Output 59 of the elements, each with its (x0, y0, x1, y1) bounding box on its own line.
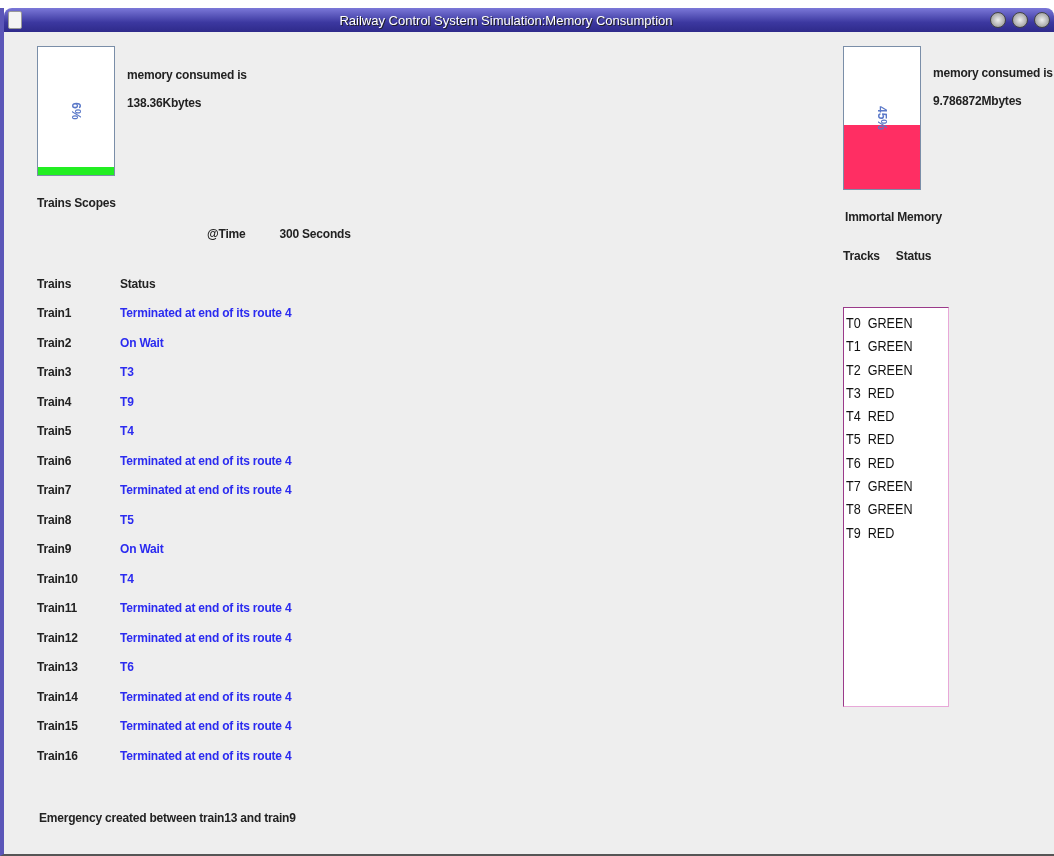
train-status: Terminated at end of its route 4 (120, 601, 292, 616)
track-item[interactable]: T1 GREEN (846, 335, 936, 359)
train-status: T4 (120, 424, 134, 439)
train-status: On Wait (120, 335, 164, 350)
train-name: Train12 (37, 630, 79, 645)
train-status: T6 (120, 660, 134, 675)
column-header: Trains (37, 276, 73, 291)
window-title: Railway Control System Simulation:Memory Consumption (338, 12, 674, 28)
train-name: Train8 (37, 512, 73, 527)
train-name: Train3 (37, 365, 73, 380)
track-item[interactable]: T8 GREEN (846, 498, 936, 522)
train-name: Train7 (37, 483, 73, 498)
meter-percent: 45% (875, 106, 889, 130)
train-status: Terminated at end of its route 4 (120, 748, 292, 763)
train-name: Train15 (37, 719, 79, 734)
train-status: T3 (120, 365, 134, 380)
track-item[interactable]: T6 RED (846, 451, 936, 476)
emergency-message: Emergency created between train13 and train9 (39, 810, 297, 825)
train-status: Terminated at end of its route 4 (120, 689, 292, 704)
train-name: Train5 (37, 424, 73, 439)
track-item[interactable]: T2 GREEN (846, 358, 936, 382)
train-name: Train14 (37, 689, 79, 704)
time-value: 300 Seconds (279, 227, 351, 241)
track-item[interactable]: T9 RED (846, 521, 936, 545)
train-name: Train2 (37, 335, 73, 350)
train-name: Train9 (37, 542, 73, 557)
time-label: @Time (207, 227, 246, 241)
column-header: Tracks (843, 249, 880, 263)
train-status: T4 (120, 571, 134, 586)
track-item[interactable]: T0 GREEN (846, 312, 936, 336)
memory-amount: 9.786872Mbytes (933, 94, 1023, 108)
track-item[interactable]: T7 GREEN (846, 475, 936, 499)
train-name: Train1 (37, 306, 73, 321)
track-item[interactable]: T3 RED (846, 381, 936, 406)
train-status: On Wait (120, 542, 164, 557)
column-header: Status (895, 249, 932, 263)
train-status: T9 (120, 394, 134, 409)
train-name: Train16 (37, 748, 79, 763)
train-name: Train10 (37, 571, 79, 586)
train-name: Train4 (37, 394, 73, 409)
train-status: Terminated at end of its route 4 (120, 719, 292, 734)
meter-percent: 6% (69, 102, 83, 120)
section-title: Immortal Memory (845, 210, 944, 224)
train-name: Train13 (37, 660, 79, 675)
train-status: T5 (120, 512, 134, 527)
train-name: Train6 (37, 453, 73, 468)
train-name: Train11 (37, 601, 78, 616)
section-title: Trains Scopes (37, 196, 117, 210)
track-item[interactable]: T4 RED (846, 405, 936, 429)
memory-label: memory consumed is (933, 66, 1053, 80)
train-status: Terminated at end of its route 4 (120, 306, 292, 321)
memory-amount: 138.36Kbytes (127, 96, 203, 110)
memory-label: memory consumed is (127, 68, 247, 82)
train-status: Terminated at end of its route 4 (120, 453, 292, 468)
track-item[interactable]: T5 RED (846, 428, 936, 452)
train-status: Terminated at end of its route 4 (120, 483, 292, 498)
window-icon[interactable] (8, 11, 22, 29)
train-status: Terminated at end of its route 4 (120, 630, 292, 645)
column-header: Status (120, 276, 156, 291)
